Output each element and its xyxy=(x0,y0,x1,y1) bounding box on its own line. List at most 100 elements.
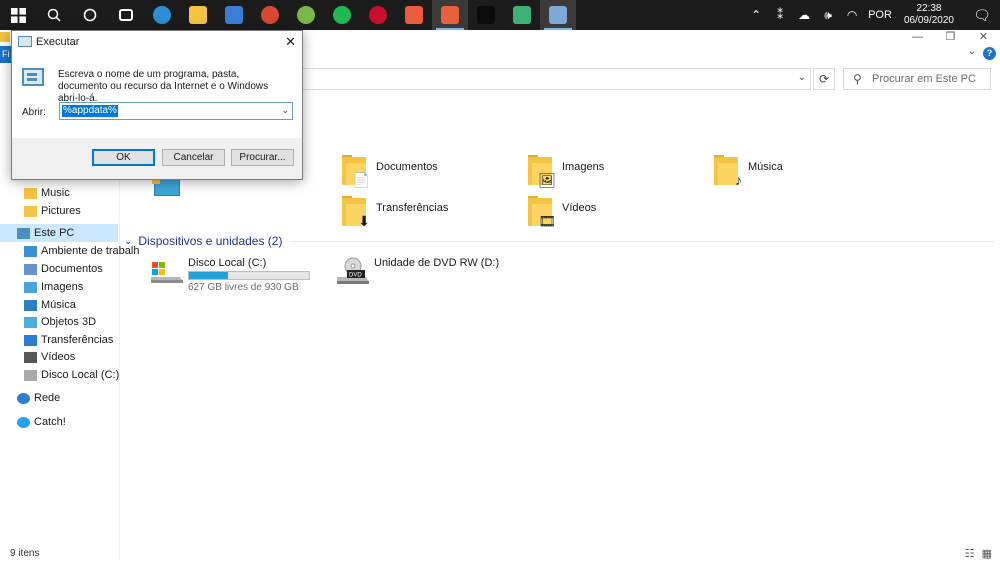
folder-label: Transferências xyxy=(376,202,449,214)
folder-tile[interactable]: 📄 Documentos xyxy=(342,155,438,187)
run-dialog-body: Escreva o nome de um programa, pasta, do… xyxy=(12,53,302,138)
taskbar-app-button[interactable] xyxy=(468,0,504,30)
taskbar-app-button[interactable] xyxy=(432,0,468,30)
sidebar-item[interactable]: Imagens xyxy=(24,278,83,296)
address-dropdown-icon[interactable]: ⌄ xyxy=(798,72,806,83)
drive-c-usage-bar xyxy=(188,271,310,280)
open-input-value[interactable]: %appdata% xyxy=(62,105,118,117)
folder-icon: ♪ xyxy=(714,155,742,187)
run-dialog-title: Executar xyxy=(36,36,80,48)
browse-button[interactable]: Procurar... xyxy=(231,149,294,166)
sidebar-item[interactable]: Ambiente de trabalh xyxy=(24,242,139,260)
address-bar[interactable]: ⌄ xyxy=(240,68,811,90)
run-dialog: Executar ✕ Escreva o nome de um programa… xyxy=(11,30,303,180)
taskbar-app-button[interactable] xyxy=(324,0,360,30)
close-icon[interactable]: ✕ xyxy=(285,34,296,50)
search-placeholder: Procurar em Este PC xyxy=(872,73,976,85)
taskbar-app-button[interactable] xyxy=(396,0,432,30)
download-app-icon xyxy=(513,6,531,24)
file-explorer-icon xyxy=(189,6,207,24)
sidebar-item[interactable]: Este PC xyxy=(0,224,118,242)
help-icon[interactable]: ? xyxy=(983,47,996,60)
ok-button[interactable]: OK xyxy=(92,149,155,166)
drives-group-header[interactable]: ⌄ Dispositivos e unidades (2) xyxy=(124,234,994,248)
run-description: Escreva o nome de um programa, pasta, do… xyxy=(58,69,269,104)
search-input[interactable]: ⚲ Procurar em Este PC xyxy=(843,68,991,90)
folder-tile[interactable]: ♪ Música xyxy=(714,155,783,187)
cancel-button[interactable]: Cancelar xyxy=(162,149,225,166)
sidebar-item[interactable]: Transferências xyxy=(24,331,113,349)
pc-icon xyxy=(17,227,30,239)
folder-tile[interactable]: ⬇ Transferências xyxy=(342,196,449,228)
wireless-display-icon[interactable]: ⁑ xyxy=(768,8,792,22)
minimize-icon[interactable]: — xyxy=(901,30,934,44)
large-icons-view-icon[interactable]: ▦ xyxy=(982,548,992,560)
download-icon xyxy=(24,334,37,346)
navigation-pane: Music Pictures Este PC Ambiente de trabalh D… xyxy=(0,180,139,560)
details-view-icon[interactable]: ☷ xyxy=(965,548,975,560)
folder-tile-partial[interactable] xyxy=(152,176,180,196)
sidebar-item-label: Disco Local (C:) xyxy=(41,369,120,381)
sidebar-item[interactable]: Pictures xyxy=(24,202,81,220)
taskbar-app-button[interactable] xyxy=(540,0,576,30)
hard-drive-icon xyxy=(150,257,184,283)
taskbar-app-button[interactable] xyxy=(216,0,252,30)
clock-date: 06/09/2020 xyxy=(903,15,954,26)
folder-icon: 🎞 xyxy=(528,196,556,228)
network-icon xyxy=(17,392,30,404)
chrome-icon xyxy=(261,6,279,24)
taskbar-app-button[interactable] xyxy=(360,0,396,30)
drive-c[interactable]: Disco Local (C:) 627 GB livres de 930 GB xyxy=(150,257,310,293)
window-controls: — ❐ ✕ xyxy=(901,30,1000,44)
combobox-dropdown-icon[interactable]: ⌄ xyxy=(281,105,289,116)
folder-label: Documentos xyxy=(376,161,438,173)
folder-badge-icon: 🎞 xyxy=(538,213,556,229)
folder-tile[interactable]: 🖼 Imagens xyxy=(528,155,604,187)
taskbar-app-button[interactable] xyxy=(108,0,144,30)
sidebar-item-label: Pictures xyxy=(41,205,81,217)
sidebar-item-label: Transferências xyxy=(41,334,114,346)
wifi-icon[interactable]: ◠ xyxy=(840,8,864,22)
taskbar-app-button[interactable] xyxy=(144,0,180,30)
red-spider-icon xyxy=(369,6,387,24)
taskbar-app-button[interactable] xyxy=(180,0,216,30)
chevron-up-icon[interactable]: ⌃ xyxy=(744,8,768,22)
sidebar-item[interactable]: Disco Local (C:) xyxy=(24,366,119,384)
search-button[interactable] xyxy=(36,0,72,30)
folder-icon: 📄 xyxy=(342,155,370,187)
folder-tile[interactable]: 🎞 Vídeos xyxy=(528,196,597,228)
cortana-circle-icon xyxy=(83,8,97,22)
sidebar-item-label: Catch! xyxy=(34,416,66,428)
maximize-icon[interactable]: ❐ xyxy=(934,30,967,44)
clock[interactable]: 22:38 06/09/2020 xyxy=(904,3,954,27)
terminal-icon xyxy=(477,6,495,24)
run-dialog-titlebar[interactable]: Executar ✕ xyxy=(12,31,302,53)
sidebar-item[interactable]: Music xyxy=(24,184,70,202)
sidebar-item[interactable]: Música xyxy=(24,296,76,314)
drive-d[interactable]: DVD Unidade de DVD RW (D:) xyxy=(336,257,499,284)
language-indicator[interactable]: POR xyxy=(868,9,892,21)
volume-icon[interactable]: 🕪 xyxy=(816,8,840,23)
action-center-icon[interactable]: 🗨 xyxy=(964,7,1000,24)
folder-badge-icon: 📄 xyxy=(352,172,370,188)
refresh-button[interactable]: ⟳ xyxy=(813,68,835,90)
close-icon[interactable]: ✕ xyxy=(967,30,1000,44)
taskbar-app-button[interactable] xyxy=(252,0,288,30)
start-button[interactable] xyxy=(0,0,36,30)
catch-icon xyxy=(17,416,30,428)
sidebar-item[interactable]: Vídeos xyxy=(24,348,75,366)
folder-label: Vídeos xyxy=(562,202,597,214)
sidebar-item-label: Vídeos xyxy=(41,351,76,363)
open-combobox[interactable]: %appdata% ⌄ xyxy=(59,102,293,120)
cortana-button[interactable] xyxy=(72,0,108,30)
taskbar-app-button[interactable] xyxy=(504,0,540,30)
sidebar-item[interactable]: Documentos xyxy=(24,260,103,278)
taskbar: ⌃ ⁑ ☁ 🕪 ◠ POR 22:38 06/09/2020 🗨 xyxy=(0,0,1000,30)
ribbon-collapse-chevron-icon[interactable]: ⌄ xyxy=(968,46,976,57)
onedrive-cloud-icon[interactable]: ☁ xyxy=(792,8,816,22)
sidebar-item[interactable]: Catch! xyxy=(17,413,66,431)
taskbar-app-button[interactable] xyxy=(288,0,324,30)
sidebar-item[interactable]: Rede xyxy=(17,389,60,407)
sidebar-item-label: Rede xyxy=(34,392,61,404)
sidebar-item[interactable]: Objetos 3D xyxy=(24,313,96,331)
